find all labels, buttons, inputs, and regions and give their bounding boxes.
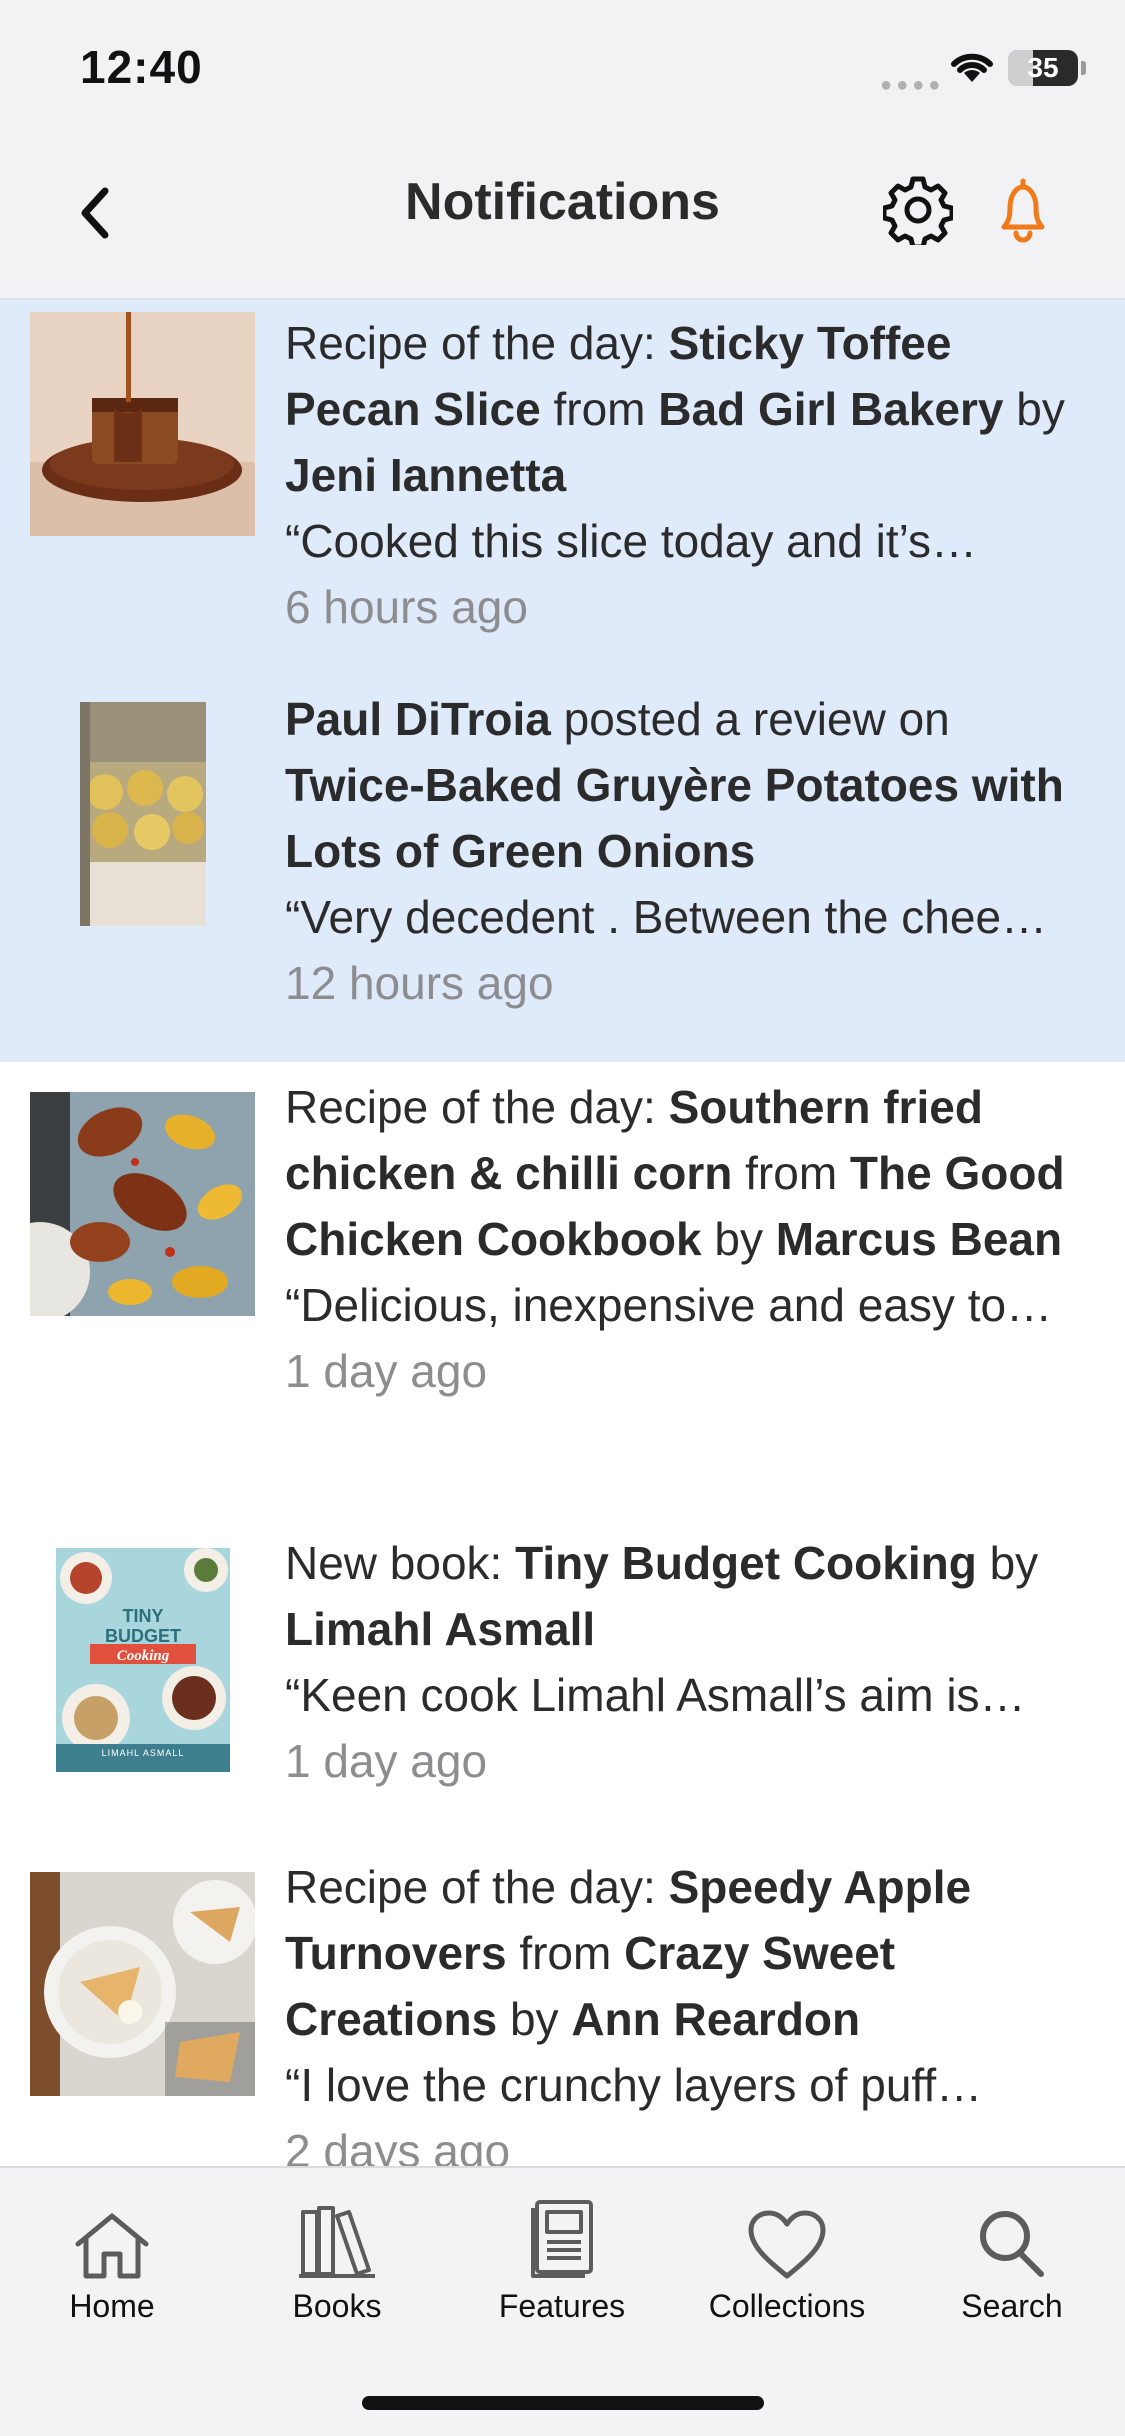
tab-search[interactable]: Search bbox=[912, 2190, 1112, 2350]
message-part: New book: bbox=[285, 1537, 516, 1589]
recipe-thumbnail[interactable] bbox=[30, 1872, 255, 2096]
notifications-bell-button[interactable] bbox=[990, 168, 1056, 252]
wifi-icon bbox=[951, 53, 993, 82]
recipe-link[interactable]: Twice-Baked Gruyère Potatoes with Lots o… bbox=[285, 759, 1064, 877]
author-link[interactable]: Limahl Asmall bbox=[285, 1603, 595, 1655]
tab-books[interactable]: Books bbox=[237, 2190, 437, 2350]
notification-text: Paul DiTroia posted a review on Twice-Ba… bbox=[285, 686, 1095, 1016]
message-part: by bbox=[701, 1213, 776, 1265]
notification-text: Recipe of the day: Sticky Toffee Pecan S… bbox=[285, 310, 1095, 640]
tab-label: Books bbox=[292, 2288, 382, 2324]
tab-home[interactable]: Home bbox=[12, 2190, 212, 2350]
message-part: from bbox=[732, 1147, 850, 1199]
message-part: Recipe of the day: bbox=[285, 1081, 669, 1133]
search-icon bbox=[977, 2190, 1047, 2280]
message-part: Recipe of the day: bbox=[285, 1861, 669, 1913]
battery-cap bbox=[1081, 61, 1086, 75]
message-part: Recipe of the day: bbox=[285, 317, 669, 369]
notification-time: 1 day ago bbox=[285, 1735, 488, 1787]
status-bar: 12:40 ●●●● 35 bbox=[0, 0, 1125, 140]
message-part: from bbox=[506, 1927, 625, 1979]
notification-item[interactable]: Recipe of the day: Sticky Toffee Pecan S… bbox=[0, 300, 1125, 676]
notification-quote: “Keen cook Limahl Asmall’s aim is… bbox=[285, 1669, 1026, 1721]
tab-features[interactable]: Features bbox=[462, 2190, 662, 2350]
author-link[interactable]: Jeni Iannetta bbox=[285, 449, 566, 501]
notification-time: 6 hours ago bbox=[285, 581, 528, 633]
message-part: from bbox=[540, 383, 659, 435]
nav-bar: Notifications bbox=[0, 140, 1125, 300]
notification-quote: “Cooked this slice today and it’s… bbox=[285, 515, 978, 567]
message-part: posted a review on bbox=[550, 693, 950, 745]
author-link[interactable]: Ann Reardon bbox=[571, 1993, 860, 2045]
recipe-thumbnail[interactable] bbox=[30, 1092, 255, 1316]
home-icon bbox=[74, 2190, 150, 2280]
book-link[interactable]: Bad Girl Bakery bbox=[658, 383, 1003, 435]
notification-quote: “Delicious, inexpensive and easy to… bbox=[285, 1279, 1053, 1331]
bell-icon bbox=[1001, 178, 1045, 243]
cover-title-line: Cooking bbox=[116, 1648, 170, 1664]
twice-baked-potatoes-image bbox=[80, 702, 206, 926]
book-cover[interactable]: TINY BUDGET Cooking LIMAHL ASMALL bbox=[56, 1548, 230, 1772]
books-icon bbox=[297, 2190, 377, 2280]
features-icon bbox=[527, 2190, 597, 2280]
author-link[interactable]: Marcus Bean bbox=[776, 1213, 1062, 1265]
book-link[interactable]: Tiny Budget Cooking bbox=[515, 1537, 977, 1589]
recipe-thumbnail[interactable] bbox=[30, 312, 255, 536]
recipe-thumbnail[interactable] bbox=[80, 702, 206, 926]
tab-label: Collections bbox=[708, 2288, 866, 2324]
notification-time: 2 days ago bbox=[285, 2125, 511, 2166]
cover-title-line: BUDGET bbox=[105, 1626, 181, 1646]
notification-text: New book: Tiny Budget Cooking by Limahl … bbox=[285, 1530, 1095, 1794]
notification-item[interactable]: TINY BUDGET Cooking LIMAHL ASMALL New bo… bbox=[0, 1518, 1125, 1842]
tab-label: Home bbox=[69, 2288, 155, 2324]
status-time: 12:40 bbox=[80, 41, 203, 93]
speedy-apple-turnovers-image bbox=[30, 1872, 255, 2096]
battery-percent: 35 bbox=[1027, 52, 1059, 83]
signal-icon: ●●●● bbox=[880, 74, 945, 96]
message-part: by bbox=[976, 1537, 1039, 1589]
notification-time: 12 hours ago bbox=[285, 957, 554, 1009]
tab-collections[interactable]: Collections bbox=[687, 2190, 887, 2350]
notification-list[interactable]: Recipe of the day: Sticky Toffee Pecan S… bbox=[0, 300, 1125, 2166]
notification-message: Recipe of the day: Sticky Toffee Pecan S… bbox=[285, 317, 1065, 501]
home-indicator[interactable] bbox=[362, 2396, 764, 2410]
notification-message: Recipe of the day: Southern fried chicke… bbox=[285, 1081, 1065, 1265]
notification-item[interactable]: Recipe of the day: Southern fried chicke… bbox=[0, 1062, 1125, 1518]
notification-text: Recipe of the day: Southern fried chicke… bbox=[285, 1074, 1095, 1404]
sticky-toffee-slice-image bbox=[30, 312, 255, 536]
notification-text: Recipe of the day: Speedy Apple Turnover… bbox=[285, 1854, 1095, 2166]
cover-title-line: TINY bbox=[122, 1606, 164, 1626]
notification-quote: “Very decedent . Between the chee… bbox=[285, 891, 1048, 943]
cover-title: TINY BUDGET Cooking bbox=[56, 1606, 230, 1666]
notification-quote: “I love the crunchy layers of puff… bbox=[285, 2059, 983, 2111]
battery-icon: 35 bbox=[1008, 50, 1078, 86]
heart-icon bbox=[747, 2190, 827, 2280]
settings-button[interactable] bbox=[882, 170, 954, 250]
message-part: by bbox=[497, 1993, 572, 2045]
notification-time: 1 day ago bbox=[285, 1345, 488, 1397]
southern-fried-chicken-image bbox=[30, 1092, 255, 1316]
user-link[interactable]: Paul DiTroia bbox=[285, 693, 551, 745]
message-part: by bbox=[1003, 383, 1065, 435]
notification-item[interactable]: Paul DiTroia posted a review on Twice-Ba… bbox=[0, 676, 1125, 1062]
tab-label: Features bbox=[498, 2288, 626, 2324]
notification-message: Paul DiTroia posted a review on Twice-Ba… bbox=[285, 693, 1064, 877]
notification-item[interactable]: Recipe of the day: Speedy Apple Turnover… bbox=[0, 1842, 1125, 2166]
gear-icon bbox=[883, 176, 953, 245]
page-title: Notifications bbox=[405, 173, 720, 231]
notification-message: New book: Tiny Budget Cooking by Limahl … bbox=[285, 1537, 1038, 1655]
tab-label: Search bbox=[961, 2288, 1063, 2324]
notification-message: Recipe of the day: Speedy Apple Turnover… bbox=[285, 1861, 971, 2045]
cover-author: LIMAHL ASMALL bbox=[101, 1748, 185, 1758]
